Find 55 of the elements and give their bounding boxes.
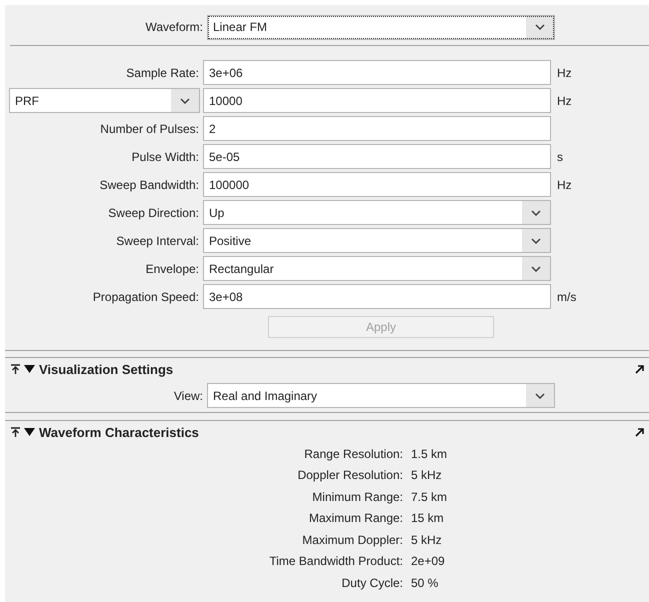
chevron-down-icon <box>535 24 545 30</box>
input-field[interactable]: 2 <box>203 116 551 141</box>
characteristic-label: Time Bandwidth Product: <box>268 554 403 568</box>
characteristic-value: 1.5 km <box>411 446 448 461</box>
input-field[interactable]: 5e-05 <box>203 144 551 169</box>
section-title: Waveform Characteristics <box>39 424 200 440</box>
option-dropdown[interactable]: Up <box>203 200 551 225</box>
unit-label: m/s <box>557 290 576 304</box>
field-label: Number of Pulses: <box>100 122 199 136</box>
field-label: Waveform: <box>145 20 203 34</box>
option-dropdown[interactable]: Rectangular <box>203 256 551 281</box>
field-label: Sweep Direction: <box>108 206 199 220</box>
field-label: Propagation Speed: <box>92 290 199 304</box>
characteristic-value: 15 km <box>411 511 444 526</box>
characteristic-label: Doppler Resolution: <box>296 468 403 482</box>
characteristic-value: 5 kHz <box>411 532 442 547</box>
waveform-dropdown[interactable]: Linear FM <box>207 14 555 40</box>
input-field[interactable]: 100000 <box>203 172 551 197</box>
characteristic-value: 5 kHz <box>411 468 442 482</box>
chevron-down-icon <box>531 266 541 272</box>
field-label: Sweep Bandwidth: <box>100 178 199 192</box>
characteristic-value: 50 % <box>411 576 438 590</box>
field-label: Pulse Width: <box>132 150 199 164</box>
undock-arrow-icon[interactable] <box>635 364 644 374</box>
characteristic-value: 2e+09 <box>411 554 445 568</box>
input-field[interactable]: 3e+08 <box>203 284 551 309</box>
field-label: Envelope: <box>146 262 199 276</box>
input-field[interactable]: 10000 <box>203 88 551 113</box>
characteristic-label: Minimum Range: <box>311 490 403 504</box>
characteristic-label: Range Resolution: <box>303 446 403 461</box>
field-label: Sweep Interval: <box>116 234 199 248</box>
option-dropdown[interactable]: Positive <box>203 228 551 253</box>
unit-label: Hz <box>557 178 572 192</box>
characteristic-label: Maximum Range: <box>308 511 403 526</box>
field-label: Sample Rate: <box>126 66 199 80</box>
pin-icon[interactable] <box>11 427 20 437</box>
undock-arrow-icon[interactable] <box>635 428 644 436</box>
collapse-triangle-icon[interactable] <box>24 427 35 437</box>
chevron-down-icon <box>531 238 541 244</box>
unit-label: Hz <box>557 66 572 80</box>
input-field[interactable]: 3e+06 <box>203 60 551 85</box>
chevron-down-icon <box>180 98 190 104</box>
characteristic-value: 7.5 km <box>411 490 448 504</box>
unit-label: Hz <box>557 94 572 108</box>
chevron-down-icon <box>531 210 541 216</box>
collapse-triangle-icon[interactable] <box>24 364 35 374</box>
section-title: Visualization Settings <box>39 362 174 376</box>
chevron-down-icon <box>535 392 545 398</box>
characteristic-label: Maximum Doppler: <box>301 532 403 547</box>
characteristic-label: Duty Cycle: <box>340 576 403 590</box>
view-dropdown[interactable]: Real and Imaginary <box>207 383 555 408</box>
unit-label: s <box>557 150 563 164</box>
field-label: View: <box>174 388 203 402</box>
parameter-dropdown[interactable]: PRF <box>9 88 200 113</box>
pin-icon[interactable] <box>11 364 20 374</box>
